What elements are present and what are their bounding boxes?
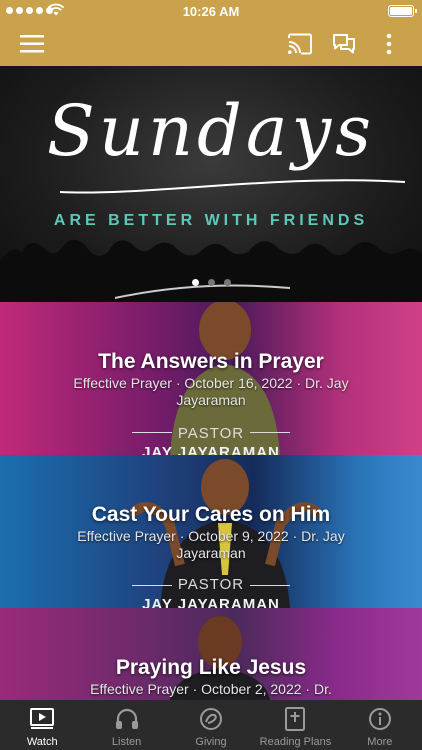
info-icon (368, 706, 392, 732)
banner-label: PASTOR (177, 576, 245, 593)
app-bar (0, 22, 422, 66)
battery-icon (388, 5, 417, 17)
hero-flourish (60, 179, 406, 194)
carousel-dot[interactable] (207, 279, 215, 286)
tab-label: More (367, 736, 393, 748)
menu-icon[interactable] (18, 30, 46, 58)
sermon-meta: Effective Prayer · October 2, 2022 · Dr. (90, 681, 332, 697)
banner-label: PASTOR (177, 425, 245, 442)
carousel-dot[interactable] (191, 279, 199, 286)
tab-reading-plans[interactable]: Reading Plans (253, 700, 337, 750)
sermon-meta: Effective Prayer · October 16, 2022 · Dr… (73, 375, 349, 408)
sermon-meta: Effective Prayer · October 9, 2022 · Dr.… (77, 528, 345, 561)
sermon-title: Cast Your Cares on Him (91, 503, 331, 526)
carousel-dot[interactable] (223, 279, 231, 286)
tab-label: Giving (195, 736, 227, 748)
status-time: 10:26 AM (182, 4, 240, 19)
sermon-title: Praying Like Jesus (115, 656, 307, 679)
status-bar: 10:26 AM (0, 0, 422, 22)
more-options-icon[interactable] (375, 30, 403, 58)
sermon-card[interactable]: The Answers in Prayer Effective Prayer ·… (0, 302, 422, 456)
sermon-title: The Answers in Prayer (98, 350, 324, 373)
tab-listen[interactable]: Listen (84, 700, 168, 750)
tab-label: Reading Plans (259, 736, 332, 748)
book-icon (284, 706, 306, 732)
divider (250, 432, 290, 433)
divider (250, 585, 290, 586)
tab-giving[interactable]: Giving (169, 700, 253, 750)
tab-bar: Watch Listen Giving Reading Plans More (0, 700, 422, 750)
headphones-icon (115, 706, 139, 732)
giving-icon (199, 706, 223, 732)
sermon-card[interactable]: Cast Your Cares on Him Effective Prayer … (0, 455, 422, 609)
cast-icon[interactable] (286, 30, 314, 58)
crowd-silhouette (0, 239, 422, 302)
watch-icon (30, 706, 55, 732)
hero-carousel[interactable]: Sundays ARE BETTER WITH FRIENDS (0, 66, 422, 302)
tab-label: Listen (111, 736, 142, 748)
tab-more[interactable]: More (338, 700, 422, 750)
carousel-dots[interactable] (0, 279, 422, 286)
chat-icon[interactable] (330, 30, 358, 58)
tab-label: Watch (26, 736, 58, 748)
tab-watch[interactable]: Watch (0, 700, 84, 750)
hero-script-title: Sundays (46, 90, 376, 172)
sermon-card[interactable]: Praying Like Jesus Effective Prayer · Oc… (0, 608, 422, 700)
